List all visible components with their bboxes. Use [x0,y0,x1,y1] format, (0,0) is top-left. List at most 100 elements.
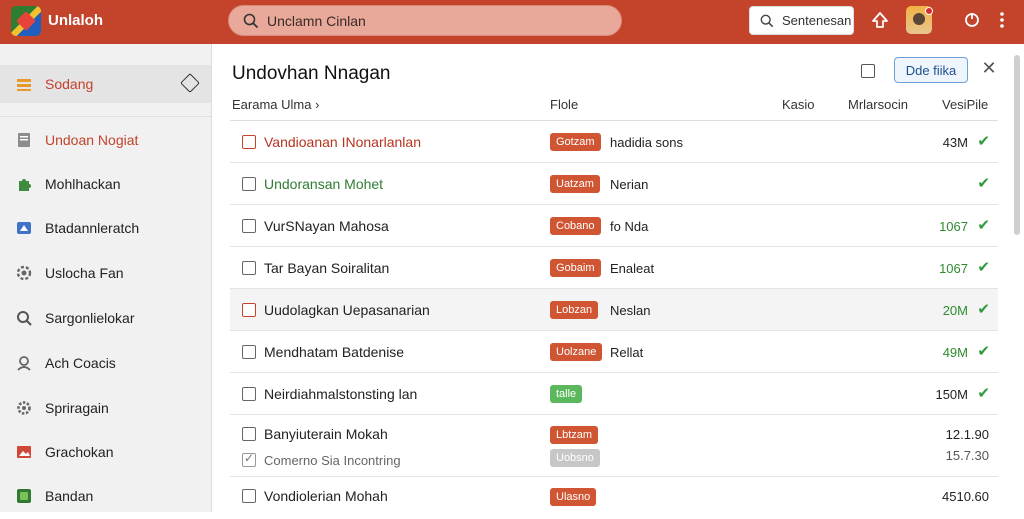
row-name[interactable]: VurSNayan Mahosa [264,218,389,234]
column-header-size[interactable]: VesiPile [942,97,988,112]
row-detail: Enaleat [610,261,655,276]
sidebar-item-ach-coacis[interactable]: Ach Coacis [0,344,211,382]
status-badge: Gotzam [550,133,601,151]
sidebar-item-btadannleratch[interactable]: Btadannleratch [0,209,211,247]
row-detail: fo Nda [610,219,649,234]
row-checkbox[interactable] [242,135,256,149]
status-badge: Cobano [550,217,601,235]
check-icon: ✔ [977,259,990,276]
row-name[interactable]: Vondiolerian Mohah [264,488,388,504]
more-options-icon[interactable] [991,10,1013,32]
check-icon: ✔ [977,133,990,150]
check-icon: ✔ [977,385,990,402]
row-size: 150M [935,387,968,402]
row-name[interactable]: Undoransan Mohet [264,176,383,192]
table-row[interactable]: Banyiuterain Mokah Lbtzam 12.1.90 Comern… [230,415,998,477]
column-header-file[interactable]: Flole [550,97,578,112]
notification-dot [925,7,933,15]
sidebar-item-label: Bandan [45,488,94,504]
status-badge: Uolzane [550,343,603,361]
app-icon [15,487,33,505]
table-row[interactable]: Vandioanan INonarlanlan Gotzam hadidia s… [230,121,998,163]
table-row[interactable]: Uudolagkan Uepasanarian Lobzan Neslan 20… [230,289,998,331]
search-icon [760,14,774,27]
sidebar-item-label: Sargonlielokar [45,310,135,326]
column-header-name[interactable]: Earama Ulma › [232,97,319,112]
row-name[interactable]: Tar Bayan Soiralitan [264,260,389,276]
close-icon[interactable]: ✕ [980,58,998,79]
document-icon [15,131,33,149]
image-icon [15,443,33,461]
row-size: 4510.60 [942,489,989,504]
sidebar-item-undoan-nogiat[interactable]: Undoan Nogiat [0,121,211,159]
row-checkbox[interactable] [242,219,256,233]
status-badge: Gobaim [550,259,601,277]
table-row[interactable]: Vondiolerian Mohah Ulasno 4510.60 [230,477,998,519]
drive-icon [15,219,33,237]
search-box[interactable] [228,5,622,36]
puzzle-icon [15,175,33,193]
search-icon [243,13,259,28]
row-name[interactable]: Banyiuterain Mokah [264,426,388,442]
status-badge: Uobsno [550,449,600,467]
sidebar-item-uslocha-fan[interactable]: Uslocha Fan [0,254,211,292]
row-detail: Rellat [610,345,644,360]
row-checkbox[interactable] [242,387,256,401]
sidebar-divider [0,116,211,117]
search-icon [15,309,33,327]
check-icon: ✔ [977,301,990,318]
sidebar-item-label: Sodang [45,76,94,92]
row-checkbox[interactable] [242,261,256,275]
table-row[interactable]: Mendhatam Batdenise Uolzane Rellat 49M ✔ [230,331,998,373]
table-row[interactable]: Undoransan Mohet Uatzam Nerian ✔ [230,163,998,205]
primary-action-button[interactable]: Dde fiika [894,57,968,83]
sidebar-item-spririagain[interactable]: Spriragain [0,389,211,427]
status-badge: Lbtzam [550,426,599,444]
sidebar-item-bandan[interactable]: Bandan [0,477,211,515]
row-size: 20M [942,303,968,318]
column-header-mrlarsocin[interactable]: Mrlarsocin [848,97,908,112]
status-badge: Ulasno [550,488,597,506]
table-row[interactable]: Tar Bayan Soiralitan Gobaim Enaleat 1067… [230,247,998,289]
row-name[interactable]: Neirdiahmalstonsting lan [264,386,417,402]
row-detail: hadidia sons [610,135,683,150]
table-row[interactable]: Neirdiahmalstonsting lan talle 150M ✔ [230,373,998,415]
top-bar: Unlaloh Sentenesan [0,0,1024,44]
row-name[interactable]: Uudolagkan Uepasanarian [264,302,430,318]
search-action-button[interactable]: Sentenesan [749,6,854,35]
sidebar-item-label: Grachokan [45,444,114,460]
row-size: 49M [942,345,968,360]
row-detail: Nerian [610,177,649,192]
row-checkbox[interactable] [242,177,256,191]
row-checkbox[interactable] [242,345,256,359]
share-icon[interactable] [869,10,891,32]
row-size: 15.7.30 [945,448,989,463]
column-header-kasio[interactable]: Kasio [782,97,815,112]
row-checkbox[interactable] [242,427,256,441]
sidebar-item-sodang[interactable]: Sodang [0,65,211,103]
table-row[interactable]: VurSNayan Mahosa Cobano fo Nda 1067 ✔ [230,205,998,247]
search-input[interactable] [267,12,597,29]
row-size: 1067 [939,219,968,234]
sidebar-item-mohlhackan[interactable]: Mohlhackan [0,165,211,203]
row-checkbox[interactable] [242,303,256,317]
row-name[interactable]: Mendhatam Batdenise [264,344,404,360]
help-icon[interactable] [961,10,983,32]
sidebar-item-label: Uslocha Fan [45,265,124,281]
window-icon[interactable] [861,64,875,78]
row-sub-name[interactable]: Comerno Sia Incontring [264,453,401,468]
row-checkbox[interactable] [242,489,256,503]
app-title: Unlaloh [48,12,103,29]
scrollbar[interactable] [1014,55,1020,235]
app-logo[interactable] [11,6,41,36]
sidebar-item-grachokan[interactable]: Grachokan [0,433,211,471]
row-name[interactable]: Vandioanan INonarlanlan [264,134,421,150]
sidebar-item-label: Spriragain [45,400,109,416]
gear-icon [15,399,33,417]
sidebar-item-sargonlielokar[interactable]: Sargonlielokar [0,299,211,337]
page-title: Undovhan Nnagan [232,63,391,84]
sidebar-item-label: Btadannleratch [45,220,140,236]
chevron-right-icon[interactable] [180,73,200,93]
settings-icon [15,264,33,282]
row-checkbox-checked[interactable] [242,451,256,467]
